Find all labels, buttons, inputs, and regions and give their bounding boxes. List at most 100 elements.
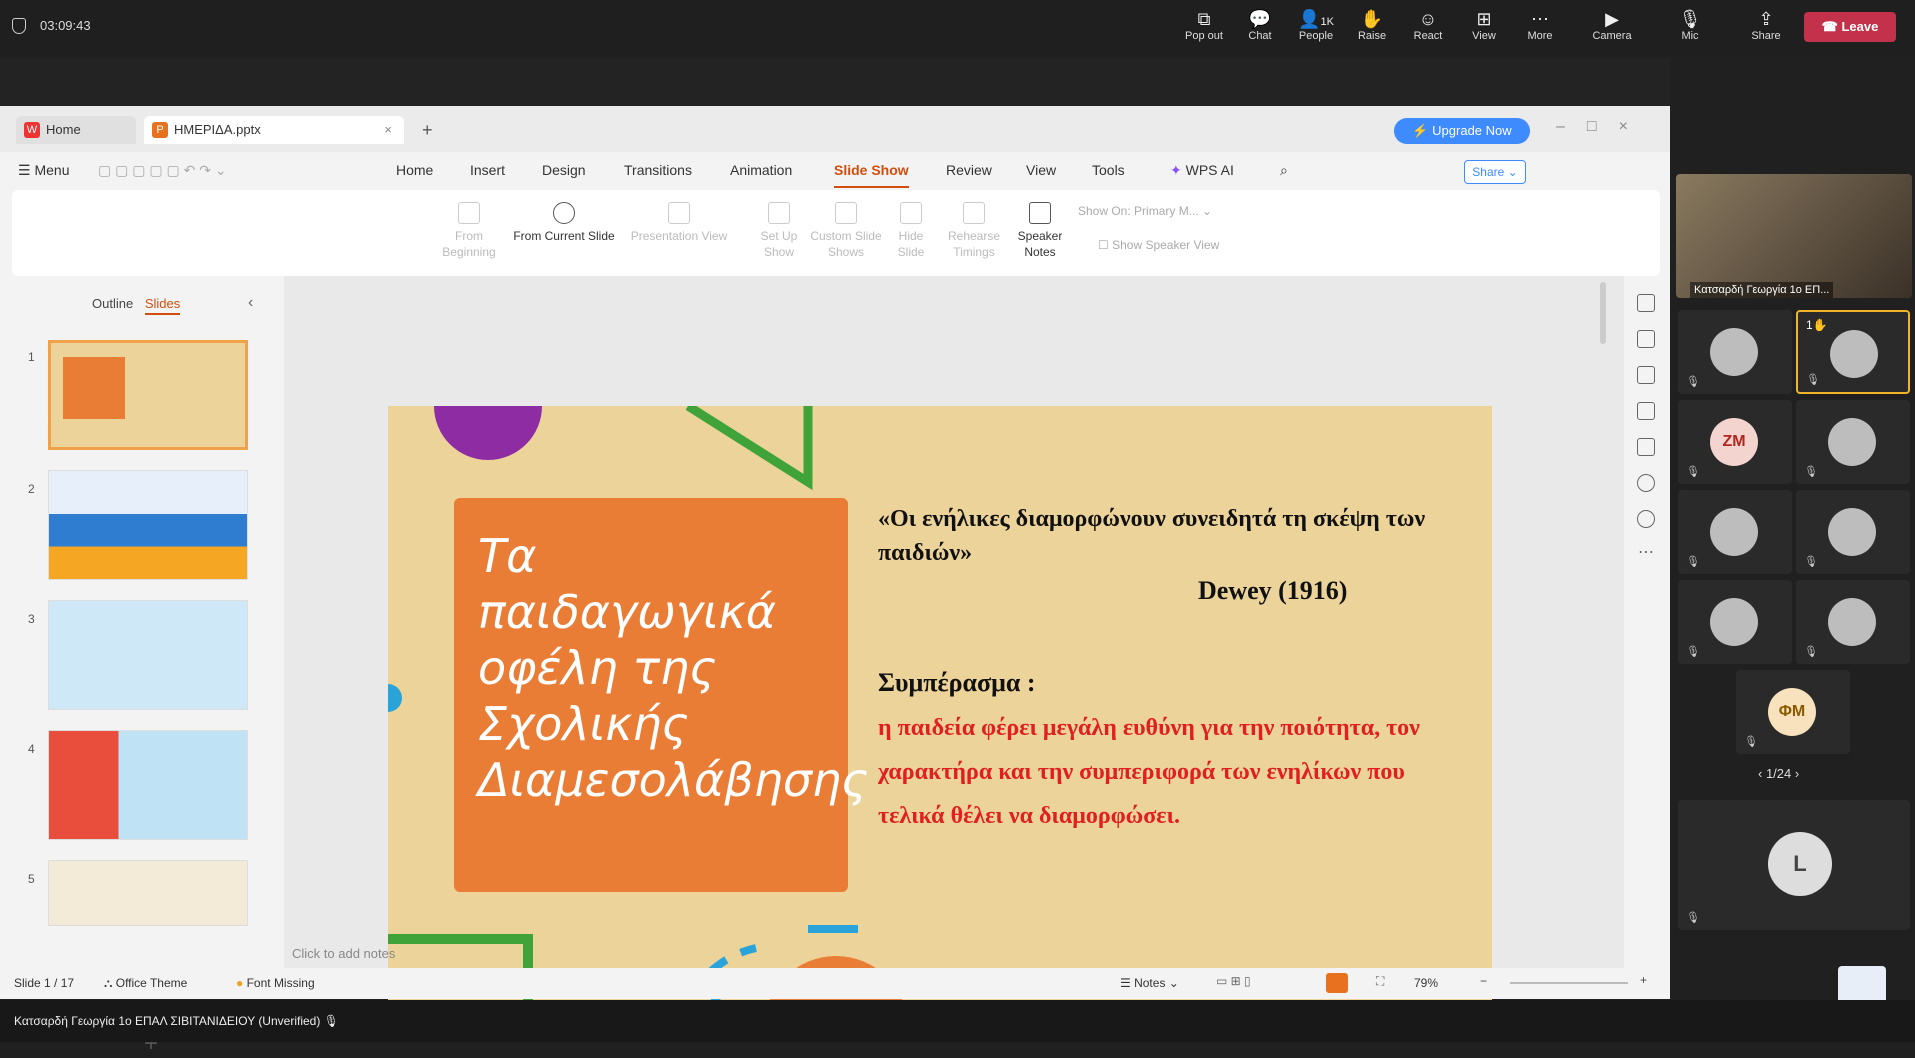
participant-tile[interactable]: 🎙 <box>1796 400 1910 484</box>
star-icon[interactable] <box>1637 402 1655 420</box>
set-up-show-button[interactable]: Set Up Show <box>752 202 806 260</box>
play-slideshow-button[interactable] <box>1326 973 1348 993</box>
help-icon[interactable] <box>1637 510 1655 528</box>
zoom-slider[interactable] <box>1510 982 1628 984</box>
rehearse-timings-button[interactable]: Rehearse Timings <box>942 202 1006 260</box>
from-beginning-button[interactable]: From Beginning <box>434 202 504 260</box>
zoom-level[interactable]: 79% <box>1414 976 1438 990</box>
participant-tile-raised-hand[interactable]: 1✋ 🎙 <box>1796 310 1910 394</box>
slide-thumbnail-4[interactable] <box>48 730 248 840</box>
view-mode-icons[interactable]: ▭ ⊞ ▯ <box>1216 974 1251 988</box>
slide-thumbnail-1[interactable] <box>48 340 248 450</box>
menu-transitions[interactable]: Transitions <box>624 162 692 178</box>
show-on-select[interactable]: Show On: Primary M... ⌄ <box>1078 204 1212 218</box>
people-button[interactable]: 👤1K People <box>1288 8 1344 52</box>
new-tab-icon[interactable]: + <box>422 120 433 141</box>
custom-slide-shows-button[interactable]: Custom Slide Shows <box>808 202 884 260</box>
react-button[interactable]: ☺ React <box>1400 8 1456 52</box>
slide-thumbnail-5[interactable] <box>48 860 248 926</box>
tab-slides[interactable]: Slides <box>144 296 181 315</box>
presentation-view-button[interactable]: Presentation View <box>624 202 734 244</box>
hamburger-menu-button[interactable]: ☰ Menu <box>18 162 69 179</box>
pop-out-button[interactable]: ⧉ Pop out <box>1176 8 1232 52</box>
theme-indicator[interactable]: ⛬ Office Theme <box>104 976 187 991</box>
mic-off-icon: 🎙 <box>1744 736 1758 748</box>
slide-editor: Τα παιδαγωγικά οφέλη της Σχολικής Διαμεσ… <box>284 276 1624 1028</box>
zoom-out-icon[interactable]: − <box>1480 974 1487 988</box>
show-speaker-view-checkbox[interactable]: ☐ Show Speaker View <box>1098 238 1219 252</box>
tab-presentation-file[interactable]: P ΗΜΕΡΙΔΑ.pptx × <box>144 116 404 144</box>
ai-icon[interactable] <box>1637 330 1655 348</box>
notes-field[interactable]: Click to add notes <box>292 946 395 961</box>
avatar <box>1710 598 1758 646</box>
font-missing-indicator[interactable]: ● Font Missing <box>236 976 315 990</box>
menu-insert[interactable]: Insert <box>470 162 505 178</box>
menu-slide-show[interactable]: Slide Show <box>834 162 909 188</box>
menu-animation[interactable]: Animation <box>730 162 792 178</box>
participant-tile[interactable]: ZM 🎙 <box>1678 400 1792 484</box>
participant-tile[interactable]: 🎙 <box>1678 580 1792 664</box>
avatar <box>1828 418 1876 466</box>
participant-tile[interactable]: L 🎙 <box>1678 800 1910 930</box>
menu-tools[interactable]: Tools <box>1092 162 1125 178</box>
participant-tile[interactable]: 🎙 <box>1796 580 1910 664</box>
zoom-in-icon[interactable]: + <box>1640 973 1647 987</box>
mic-off-icon: 🎙 <box>1686 376 1700 388</box>
notes-toggle[interactable]: ☰ Notes ⌄ <box>1120 976 1179 990</box>
mic-button[interactable]: 🎙 Mic <box>1662 8 1718 52</box>
share-screen-button[interactable]: ⇪ Share <box>1738 8 1794 52</box>
collapse-pane-icon[interactable]: ‹ <box>248 294 253 312</box>
vertical-scrollbar[interactable] <box>1600 282 1606 344</box>
chat-button[interactable]: 💬 Chat <box>1232 8 1288 52</box>
window-controls[interactable]: –□× <box>1556 118 1650 136</box>
people-icon: 👤1K <box>1298 9 1334 29</box>
scissors-icon[interactable] <box>1637 294 1655 312</box>
speaker-video-tile[interactable]: Κατσαρδή Γεωργία 1ο ΕΠ... <box>1676 174 1912 298</box>
camera-button[interactable]: ▶ Camera <box>1584 8 1640 52</box>
warning-icon: ● <box>236 976 247 990</box>
quick-access-icons[interactable]: ▢ ▢ ▢ ▢ ▢ ↶ ↷ ⌄ <box>98 162 227 179</box>
camera-off-icon: ▶ <box>1605 9 1619 29</box>
slide-thumbnail-2[interactable] <box>48 470 248 580</box>
upgrade-button[interactable]: ⚡ Upgrade Now <box>1394 118 1530 144</box>
layout-icon[interactable] <box>1637 366 1655 384</box>
tab-home[interactable]: W Home <box>16 116 136 144</box>
raise-hand-icon: ✋ <box>1360 9 1384 29</box>
participant-tile[interactable]: 🎙 <box>1678 490 1792 574</box>
shield-icon <box>12 18 26 34</box>
mic-off-icon: 🎙 <box>1686 912 1700 924</box>
close-tab-icon[interactable]: × <box>384 116 392 144</box>
tab-outline[interactable]: Outline <box>92 296 133 311</box>
current-slide[interactable]: Τα παιδαγωγικά οφέλη της Σχολικής Διαμεσ… <box>388 406 1492 1028</box>
menu-view[interactable]: View <box>1026 162 1056 178</box>
gallery-pager[interactable]: ‹ 1/24 › <box>1758 766 1799 781</box>
avatar <box>1710 508 1758 556</box>
purple-circle-shape <box>434 406 542 460</box>
menu-design[interactable]: Design <box>542 162 586 178</box>
speaker-notes-button[interactable]: Speaker Notes <box>1012 202 1068 260</box>
share-button[interactable]: Share ⌄ <box>1464 160 1526 184</box>
participant-tile[interactable]: 🎙 <box>1796 490 1910 574</box>
avatar: ΦΜ <box>1768 688 1816 736</box>
more-icon[interactable]: ⋯ <box>1628 542 1664 562</box>
leave-button[interactable]: ☎ Leave <box>1804 12 1896 42</box>
fit-icon[interactable]: ⛶ <box>1376 974 1384 989</box>
search-icon[interactable]: ⌕ <box>1280 162 1288 179</box>
pane-tabs: Outline Slides <box>92 296 181 315</box>
set-up-show-icon <box>768 202 790 224</box>
slide-thumbnail-3[interactable] <box>48 600 248 710</box>
hide-slide-button[interactable]: Hide Slide <box>888 202 934 260</box>
participant-tile[interactable]: ΦΜ 🎙 <box>1736 670 1850 754</box>
menu-wps-ai[interactable]: ✦ WPS AI <box>1170 162 1234 179</box>
more-button[interactable]: ⋯ More <box>1512 8 1568 52</box>
settings-sliders-icon[interactable] <box>1637 438 1655 456</box>
menu-review[interactable]: Review <box>946 162 992 178</box>
shared-screen-margin <box>0 58 1670 106</box>
view-button[interactable]: ⊞ View <box>1456 8 1512 52</box>
participant-tile[interactable]: 🎙 <box>1678 310 1792 394</box>
from-current-slide-button[interactable]: From Current Slide <box>504 202 624 244</box>
menu-home[interactable]: Home <box>396 162 433 178</box>
history-icon[interactable] <box>1637 474 1655 492</box>
raise-hand-button[interactable]: ✋ Raise <box>1344 8 1400 52</box>
mic-off-icon: 🎙 <box>1806 374 1820 386</box>
